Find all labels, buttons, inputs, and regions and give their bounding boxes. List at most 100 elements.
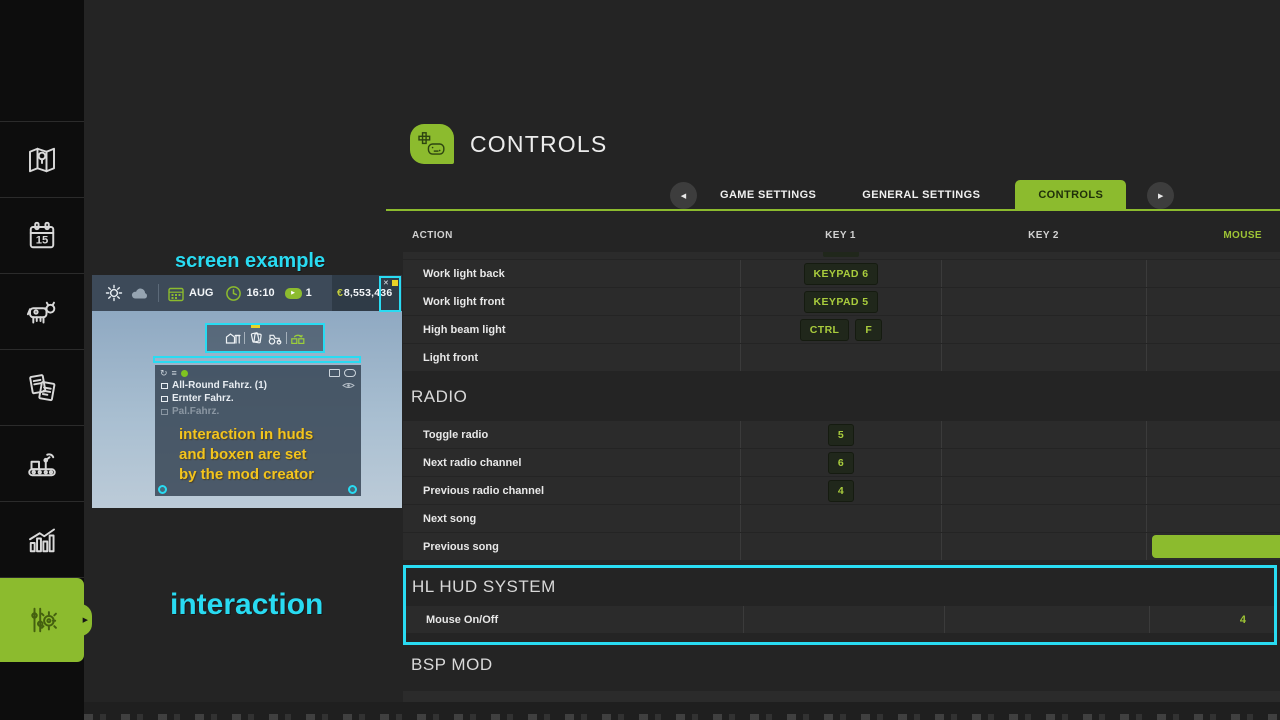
sidebar-item-settings[interactable]: ▶ [0, 578, 84, 662]
key2-cell[interactable] [941, 288, 1146, 315]
key-badge[interactable]: 4 [828, 480, 854, 502]
control-row[interactable]: Next song [403, 505, 1280, 532]
annotation-note-line: and boxen are set [179, 445, 361, 465]
sidebar-item-animals[interactable] [0, 274, 84, 350]
chevron-left-icon[interactable]: ◀ [670, 182, 697, 209]
mouse-cell[interactable] [1146, 288, 1280, 315]
mouse-cell[interactable] [1146, 449, 1280, 476]
inset-screenshot-example: AUG 16:10 ▶ 1 € 8,553,436 ✕ [92, 275, 402, 508]
sidebar: 15 ▶ [0, 0, 84, 720]
key1-cell[interactable]: CTRLF [740, 316, 941, 343]
control-row[interactable]: Next radio channel6 [403, 449, 1280, 476]
mouse-cell[interactable] [1146, 344, 1280, 371]
key2-cell[interactable] [941, 477, 1146, 504]
svg-text:15: 15 [36, 234, 49, 246]
key-badge[interactable]: F [855, 319, 882, 341]
sidebar-item-contracts[interactable] [0, 350, 84, 426]
refresh-icon: ↻ [160, 369, 168, 378]
controls-table: Work light back KEYPAD 6 Work light front K… [403, 252, 1280, 702]
gamepad-icon [410, 124, 454, 164]
key2-cell[interactable] [941, 260, 1146, 287]
control-row[interactable]: Work light back KEYPAD 6 [403, 260, 1280, 287]
resize-handle-right [348, 485, 357, 494]
mouse-binding-bar[interactable] [1152, 535, 1280, 558]
key1-cell[interactable] [740, 533, 941, 560]
tabs-underline [386, 209, 1280, 211]
inset-time-scale: 1 [306, 287, 312, 299]
key1-cell[interactable]: 6 [740, 449, 941, 476]
annotation-interaction: interaction [170, 588, 323, 622]
mouse-cell[interactable]: 4 [1149, 606, 1274, 633]
hud-vehicle-item: All-Round Fahrz. (1) [155, 379, 361, 392]
key1-cell[interactable]: KEYPAD 5 [740, 288, 941, 315]
key2-cell[interactable] [941, 316, 1146, 343]
key2-cell[interactable] [941, 449, 1146, 476]
key-badge[interactable]: KEYPAD 5 [804, 291, 879, 313]
section-header-hl-hud-system: HL HUD SYSTEM [406, 568, 1274, 606]
key1-cell[interactable] [740, 344, 941, 371]
sidebar-spacer [0, 0, 84, 122]
chevron-right-icon[interactable]: ▶ [1147, 182, 1174, 209]
resize-handle-left [158, 485, 167, 494]
action-label: Work light back [403, 260, 740, 287]
column-header-key1: KEY 1 [740, 230, 941, 248]
key1-cell[interactable]: 4 [740, 477, 941, 504]
annotation-note-line: by the mod creator [179, 465, 361, 485]
key-badge[interactable]: 6 [828, 452, 854, 474]
control-row[interactable]: Previous song [403, 533, 1280, 560]
cut-off-text-strip [84, 714, 1280, 720]
hud-vehicle-item: Pal.Fahrz. [155, 405, 361, 418]
sidebar-item-production[interactable] [0, 426, 84, 502]
notification-dash [251, 325, 260, 328]
list-icon: ≡ [172, 369, 177, 378]
key-badge[interactable]: KEYPAD 6 [804, 263, 879, 285]
currency-symbol: € [337, 287, 343, 299]
key-badge[interactable]: 5 [828, 424, 854, 446]
key2-cell[interactable] [944, 606, 1149, 633]
key2-cell[interactable] [941, 344, 1146, 371]
keyboard-icon [329, 369, 340, 377]
mouse-cell[interactable] [1146, 505, 1280, 532]
yellow-marker [392, 280, 398, 286]
partial-row-top [403, 252, 1280, 259]
mouse-cell[interactable] [1146, 477, 1280, 504]
key1-cell[interactable]: 5 [740, 421, 941, 448]
control-row[interactable]: Toggle radio5 [403, 421, 1280, 448]
finances-icon [248, 330, 264, 346]
control-row[interactable]: High beam lightCTRLF [403, 316, 1280, 343]
page-header: CONTROLS [410, 124, 607, 164]
control-row[interactable]: Mouse On/Off4 [406, 606, 1274, 633]
action-label: High beam light [403, 316, 740, 343]
tab-controls[interactable]: CONTROLS [1015, 180, 1126, 211]
control-row[interactable]: Work light front KEYPAD 5 [403, 288, 1280, 315]
cloud-icon [130, 285, 150, 301]
sun-icon [102, 281, 126, 305]
tab-game-settings[interactable]: GAME SETTINGS [697, 180, 839, 211]
sidebar-item-calendar[interactable]: 15 [0, 198, 84, 274]
annotation-box-close: ✕ [379, 276, 401, 312]
mouse-cell[interactable] [1146, 533, 1280, 560]
time-scale-play-icon: ▶ [285, 288, 302, 299]
key1-cell[interactable] [740, 505, 941, 532]
mouse-cell[interactable] [1146, 421, 1280, 448]
key1-cell[interactable]: KEYPAD 6 [740, 260, 941, 287]
mouse-cell[interactable] [1146, 260, 1280, 287]
key-badge[interactable]: CTRL [800, 319, 850, 341]
inset-topbar: AUG 16:10 ▶ 1 € 8,553,436 ✕ [92, 275, 402, 311]
key1-cell[interactable] [743, 606, 944, 633]
folder-icon [161, 383, 168, 389]
control-row[interactable]: Previous radio channel 4 [403, 477, 1280, 504]
action-label: Work light front [403, 288, 740, 315]
sidebar-item-statistics[interactable] [0, 502, 84, 578]
folder-icon [161, 409, 168, 415]
tab-general-settings[interactable]: GENERAL SETTINGS [839, 180, 1003, 211]
action-label: Previous radio channel [403, 477, 740, 504]
sidebar-item-map[interactable] [0, 122, 84, 198]
key2-cell[interactable] [941, 421, 1146, 448]
control-row[interactable]: Light front [403, 344, 1280, 371]
mouse-cell[interactable] [1146, 316, 1280, 343]
hud-vehicle-list: All-Round Fahrz. (1)Ernter Fahrz.Pal.Fah… [155, 379, 361, 418]
key2-cell[interactable] [941, 505, 1146, 532]
key2-cell[interactable] [941, 533, 1146, 560]
highlight-box-hl-hud-system: HL HUD SYSTEMMouse On/Off4 [403, 565, 1277, 645]
